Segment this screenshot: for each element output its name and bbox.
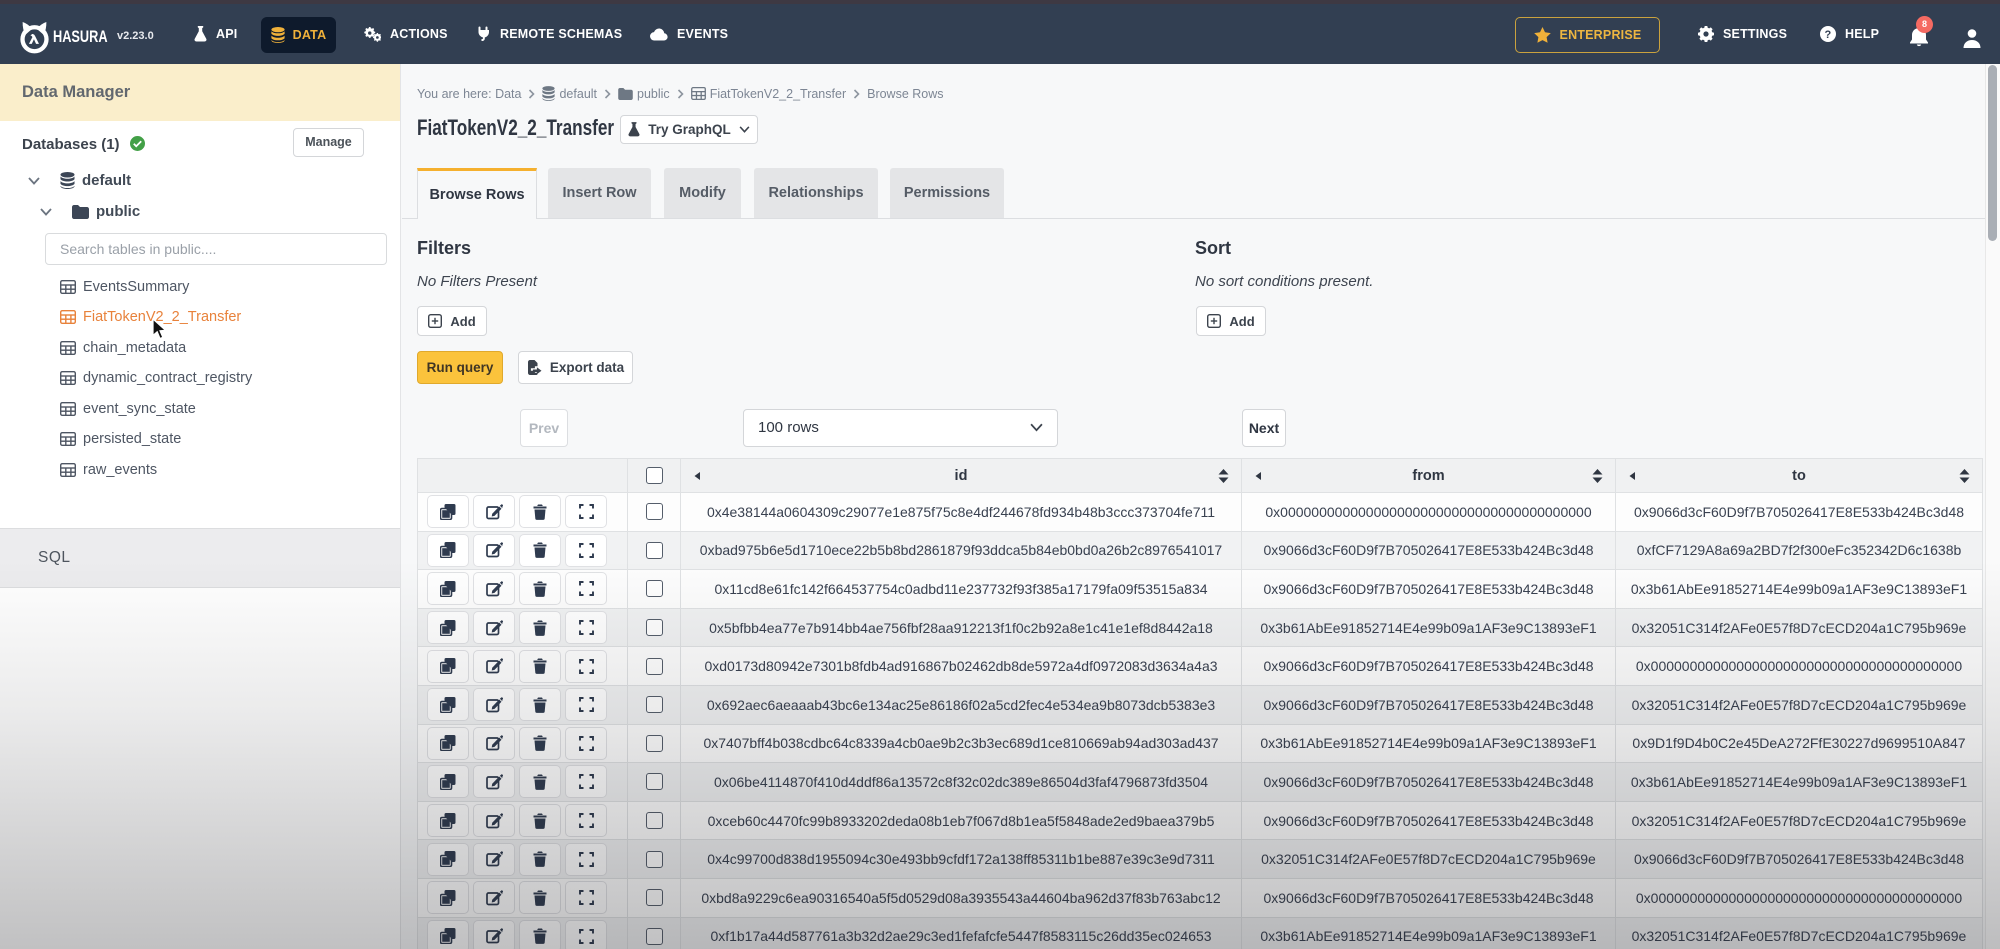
- svg-text:?: ?: [1825, 29, 1832, 41]
